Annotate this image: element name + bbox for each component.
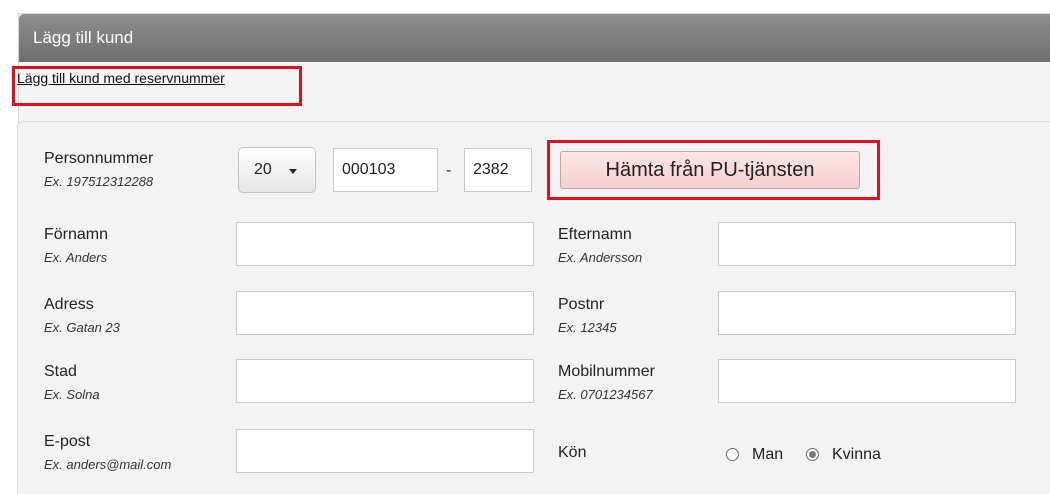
efternamn-label: Efternamn	[558, 226, 632, 243]
fornamn-example: Ex. Anders	[44, 250, 108, 265]
personnummer-example: Ex. 197512312288	[44, 174, 154, 189]
gender-kvinna-radio[interactable]	[806, 448, 819, 461]
postnr-label: Postnr	[558, 296, 605, 313]
caret-down-icon	[289, 169, 297, 174]
postnr-input[interactable]	[718, 291, 1016, 335]
adress-input[interactable]	[236, 291, 534, 335]
stad-label: Stad	[44, 363, 77, 380]
postnr-example: Ex. 12345	[558, 320, 617, 335]
gender-kvinna-label: Kvinna	[832, 446, 881, 463]
gender-label: Kön	[558, 444, 587, 461]
stad-input[interactable]	[236, 359, 534, 403]
century-dropdown[interactable]: 20	[238, 147, 316, 193]
gender-man-radio[interactable]	[726, 448, 739, 461]
personnummer-last-four-input[interactable]: 2382	[464, 148, 532, 192]
fornamn-input[interactable]	[236, 222, 534, 266]
personnummer-label: Personnummer	[44, 150, 154, 167]
century-value: 20	[254, 161, 272, 178]
adress-example: Ex. Gatan 23	[44, 320, 120, 335]
mobilnummer-example: Ex. 0701234567	[558, 387, 653, 402]
epost-example: Ex. anders@mail.com	[44, 457, 172, 472]
epost-label: E-post	[44, 433, 91, 450]
efternamn-example: Ex. Andersson	[558, 250, 643, 265]
panel-title: Lägg till kund	[33, 28, 134, 47]
epost-input[interactable]	[236, 429, 534, 473]
gender-man-label: Man	[752, 446, 784, 463]
stad-example: Ex. Solna	[44, 387, 100, 402]
personnummer-date-input[interactable]: 000103	[333, 148, 438, 192]
fornamn-label: Förnamn	[44, 226, 109, 243]
efternamn-input[interactable]	[718, 222, 1016, 266]
mobilnummer-label: Mobilnummer	[558, 363, 655, 380]
personnummer-dash: -	[446, 162, 452, 179]
highlight-box-button	[547, 140, 880, 200]
adress-label: Adress	[44, 296, 94, 313]
mobilnummer-input[interactable]	[718, 359, 1016, 403]
panel-header: Lägg till kund	[19, 14, 1050, 62]
highlight-box-link	[12, 66, 302, 106]
